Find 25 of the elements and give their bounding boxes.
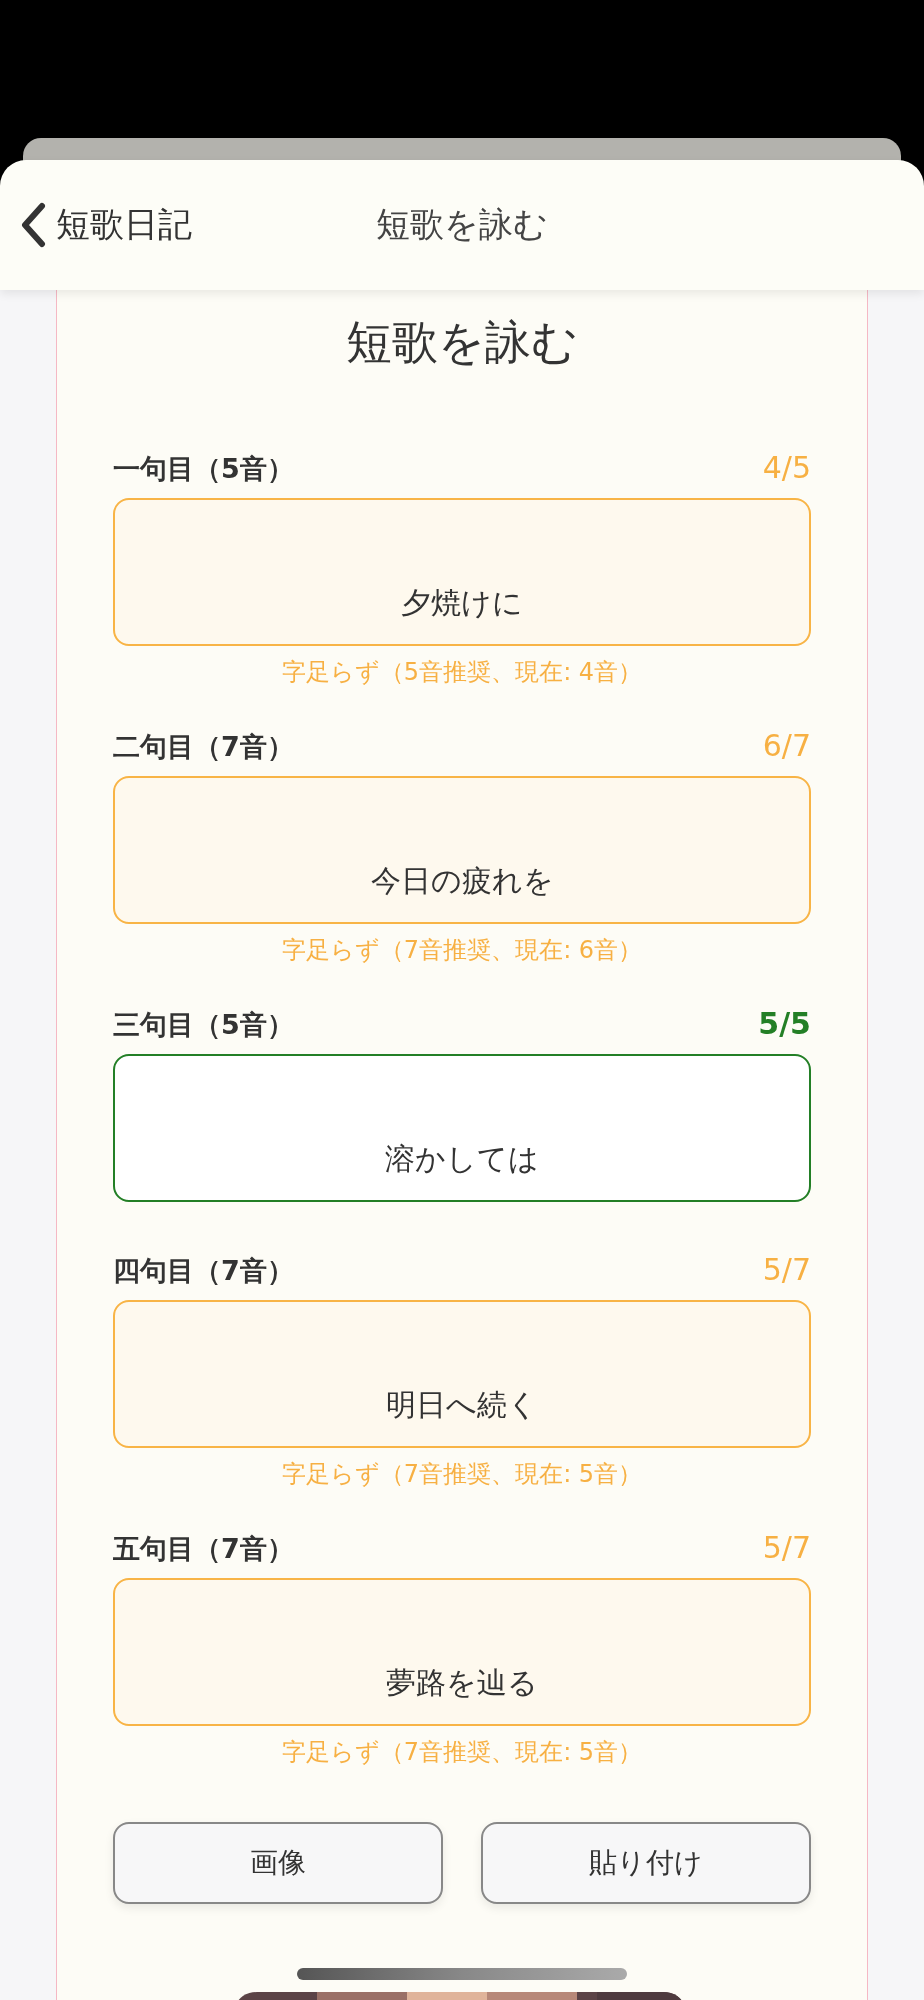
verse-label: 一句目（5音） <box>113 452 294 486</box>
verse-input-field[interactable]: 夕焼けに <box>113 498 811 646</box>
syllable-count: 5/7 <box>762 1252 811 1287</box>
back-button[interactable]: 短歌日記 <box>0 202 192 248</box>
verse-label: 四句目（7音） <box>113 1254 294 1288</box>
warning-text: 字足らず（7音推奨、現在: 6音） <box>280 935 644 966</box>
page-heading: 短歌を詠む <box>345 314 579 371</box>
verse-input-field[interactable]: 今日の疲れを <box>113 776 811 924</box>
verse-label: 五句目（7音） <box>113 1532 294 1566</box>
action-button[interactable]: 貼り付け <box>481 1822 811 1904</box>
warning-text: 字足らず（7音推奨、現在: 5音） <box>280 1737 644 1768</box>
verse-input-field[interactable]: 溶かしては <box>113 1054 811 1202</box>
action-button[interactable]: 画像 <box>113 1822 443 1904</box>
syllable-count: 5/7 <box>762 1530 811 1565</box>
syllable-count: 5/5 <box>758 1006 811 1041</box>
syllable-count: 4/5 <box>762 450 811 485</box>
chevron-left-icon <box>20 202 46 248</box>
warning-text: 字足らず（7音推奨、現在: 5音） <box>280 1459 644 1490</box>
verse-label: 二句目（7音） <box>113 730 294 764</box>
verse-input-field[interactable]: 夢路を辿る <box>113 1578 811 1726</box>
nav-title: 短歌を詠む <box>375 203 549 246</box>
warning-text: 字足らず（5音推奨、現在: 4音） <box>280 657 644 688</box>
verse-label: 三句目（5音） <box>113 1008 294 1042</box>
syllable-count: 6/7 <box>762 728 811 763</box>
verse-input-field[interactable]: 明日へ続く <box>113 1300 811 1448</box>
